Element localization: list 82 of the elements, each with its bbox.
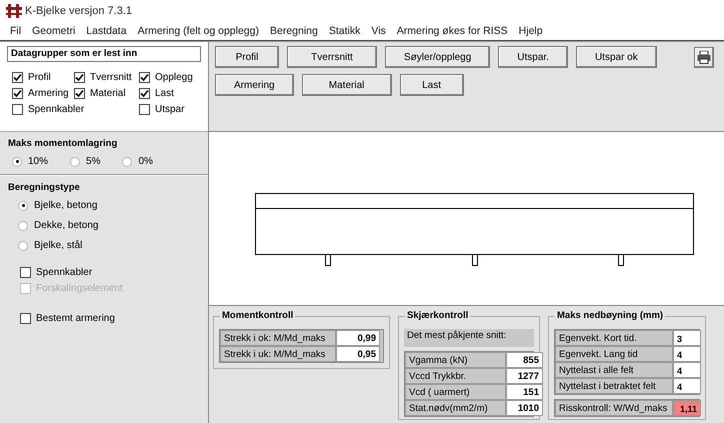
radio-label: Dekke, betong bbox=[34, 220, 98, 231]
table-cell: Stat.nødv(mm2/m) bbox=[405, 400, 506, 416]
value-field: 4 bbox=[673, 346, 701, 362]
menu-item[interactable]: Vis bbox=[371, 25, 386, 37]
menu-item[interactable]: Armering (felt og opplegg) bbox=[138, 25, 259, 37]
table-cell: Nyttelast i alle felt bbox=[555, 362, 673, 378]
section-title: Beregningstype bbox=[8, 182, 81, 193]
table-cell: Egenvekt. Lang tid bbox=[555, 346, 673, 362]
checkbox[interactable] bbox=[12, 104, 23, 115]
section-title: Maks momentomlagring bbox=[8, 138, 118, 149]
checkbox[interactable] bbox=[139, 72, 150, 83]
menu-item[interactable]: Geometri bbox=[32, 25, 76, 37]
menu-item[interactable]: Beregning bbox=[270, 25, 318, 37]
radio-label: 10% bbox=[28, 156, 48, 167]
checkbox[interactable] bbox=[20, 313, 31, 324]
radio-button[interactable] bbox=[18, 240, 28, 250]
table-cell: Egenvekt. Kort tid. bbox=[555, 330, 673, 346]
checkbox[interactable] bbox=[12, 88, 23, 99]
checkbox-label: Material bbox=[90, 88, 126, 99]
value-field: 4 bbox=[673, 362, 701, 378]
checkbox-label: Tverrsnitt bbox=[90, 72, 132, 83]
checkbox[interactable] bbox=[139, 104, 150, 115]
toolbar-button[interactable]: Profil bbox=[215, 46, 279, 68]
value-field: 0,95 bbox=[336, 346, 380, 362]
checkbox-label: Opplegg bbox=[155, 72, 193, 83]
value-field: 855 bbox=[506, 352, 543, 368]
datagroups-field: Datagrupper som er lest inn bbox=[7, 46, 201, 62]
value-field: 3 bbox=[673, 330, 701, 346]
toolbar-button[interactable]: Material bbox=[302, 74, 392, 96]
toolbar-button[interactable]: Armering bbox=[215, 74, 294, 96]
value-field: 151 bbox=[506, 384, 543, 400]
value-field: 1,11 bbox=[673, 400, 701, 416]
value-field: 1010 bbox=[506, 400, 543, 416]
beam-logo-icon bbox=[6, 4, 22, 18]
menu-item[interactable]: Statikk bbox=[328, 25, 360, 37]
menu-item[interactable]: Armering økes for RISS bbox=[396, 25, 508, 37]
radio-button[interactable] bbox=[70, 156, 80, 166]
checkbox[interactable] bbox=[74, 88, 85, 99]
radio-label: 0% bbox=[138, 156, 153, 167]
radio-label: 5% bbox=[86, 156, 100, 167]
checkbox[interactable] bbox=[12, 72, 23, 83]
table-cell: Nyttelast i betraktet felt bbox=[555, 378, 673, 394]
checkbox-label: Spennkabler bbox=[28, 104, 84, 115]
table-cell: Strekk i ok: M/Md_maks bbox=[220, 330, 336, 346]
menu-item[interactable]: Hjelp bbox=[518, 25, 543, 37]
toolbar-button[interactable]: Søyler/opplegg bbox=[385, 46, 490, 68]
checkbox-label: Armering bbox=[28, 88, 69, 99]
checkbox-label: Last bbox=[155, 88, 174, 99]
checkbox-label: Utspar bbox=[155, 104, 184, 115]
table-cell: Risskontroll: W/Wd_maks bbox=[555, 400, 673, 416]
table-cell: Vgamma (kN) bbox=[405, 352, 506, 368]
table-cell: Vccd Trykkbr. bbox=[405, 368, 506, 384]
group-title: Skjærkontroll bbox=[405, 310, 470, 321]
toolbar-button[interactable]: Last bbox=[400, 74, 464, 96]
table-cell: Strekk i uk: M/Md_maks bbox=[220, 346, 336, 362]
checkbox-label: Spennkabler bbox=[36, 267, 92, 278]
checkbox[interactable] bbox=[74, 72, 85, 83]
checkbox-label: Bestemt armering bbox=[36, 313, 115, 324]
checkbox[interactable] bbox=[139, 88, 150, 99]
note-label: Det mest påkjente snitt: bbox=[404, 329, 534, 347]
toolbar-button[interactable]: Tverrsnitt bbox=[287, 46, 377, 68]
group-title: Momentkontroll bbox=[220, 310, 296, 321]
radio-button[interactable] bbox=[12, 156, 22, 166]
table-cell: Vcd ( uarmert) bbox=[405, 384, 506, 400]
group-title: Maks nedbøyning (mm) bbox=[555, 310, 666, 321]
value-field: 4 bbox=[673, 378, 701, 394]
radio-button[interactable] bbox=[122, 156, 132, 166]
radio-label: Bjelke, stål bbox=[34, 240, 82, 251]
checkbox-label: Profil bbox=[28, 72, 51, 83]
toolbar-button[interactable]: Utspar ok bbox=[576, 46, 657, 68]
print-button[interactable] bbox=[694, 46, 714, 68]
value-field: 0,99 bbox=[336, 330, 380, 346]
checkbox-label: Forskalingselement bbox=[36, 283, 123, 294]
radio-button[interactable] bbox=[18, 200, 28, 210]
value-field: 1277 bbox=[506, 368, 543, 384]
window-title: K-Bjelke versjon 7.3.1 bbox=[25, 5, 132, 17]
menu-item[interactable]: Fil bbox=[10, 25, 22, 37]
radio-button[interactable] bbox=[18, 220, 28, 230]
checkbox[interactable] bbox=[20, 267, 31, 278]
toolbar-button[interactable]: Utspar. bbox=[498, 46, 568, 68]
radio-label: Bjelke, betong bbox=[34, 200, 98, 211]
menu-item[interactable]: Lastdata bbox=[86, 25, 127, 37]
